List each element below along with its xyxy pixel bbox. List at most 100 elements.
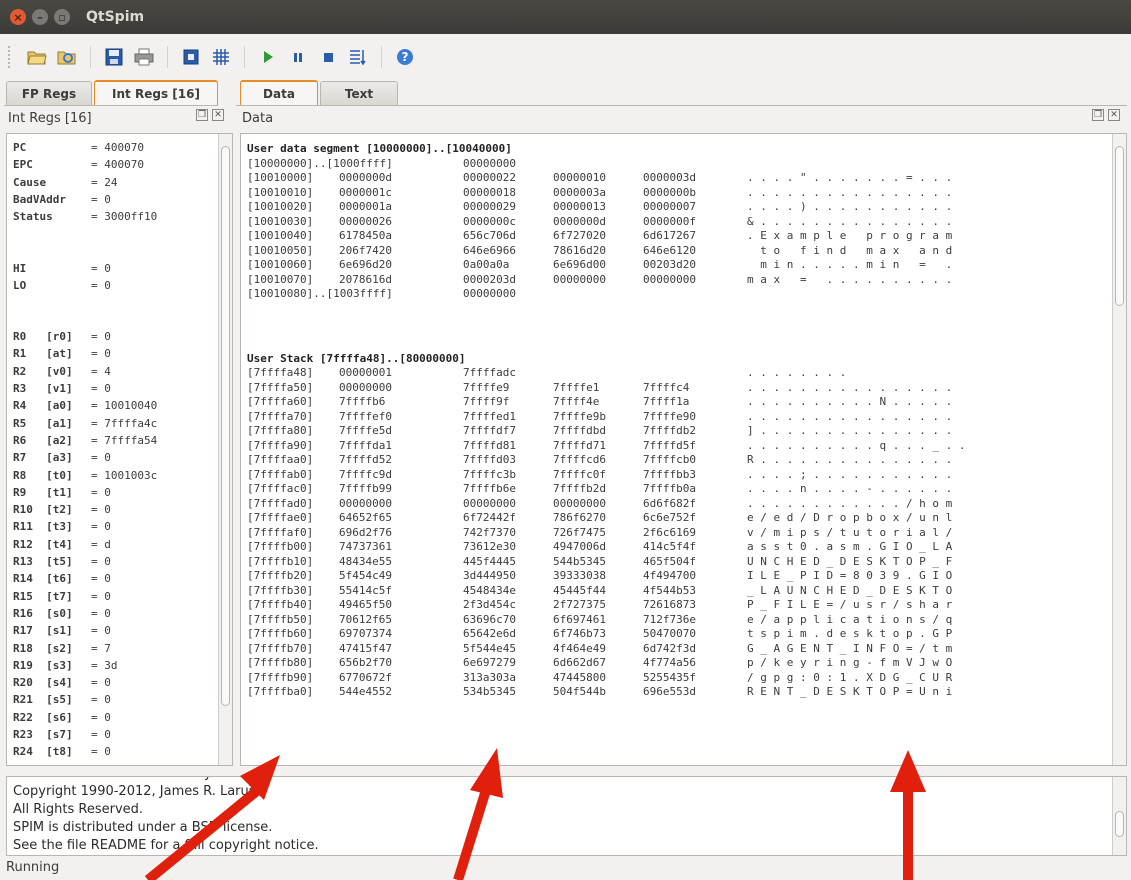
memory-row: [7ffffb90] 6770672f 313a303a 47445800 525543… <box>247 671 1107 684</box>
register-value: = 1001003c <box>91 468 158 482</box>
console-scrollbar[interactable] <box>1112 777 1126 855</box>
memory-word: 414c5f4f <box>643 540 696 553</box>
toolbar-grip[interactable] <box>8 46 14 68</box>
memory-word: 656c706d <box>463 229 516 242</box>
memory-word: 00000000 <box>339 380 392 394</box>
help-icon[interactable]: ? <box>392 44 418 70</box>
memory-word: 465f504f <box>643 554 696 568</box>
register-value: = 3d <box>91 658 118 672</box>
memory-word: 0000000f <box>643 214 696 228</box>
console-panel[interactable]: SPIM Version 9.1.6 of February 2012Copyr… <box>6 776 1127 856</box>
memory-word: 2f3d454c <box>463 598 516 611</box>
memory-word: 544e4552 <box>339 685 392 698</box>
memory-ascii: p / k e y r i n g - f m V J w O <box>747 656 953 669</box>
memory-word: 6d742f3d <box>643 641 696 655</box>
memory-address: [7ffffb10] <box>247 554 314 568</box>
register-name: R2 [v0] <box>13 364 73 378</box>
tab-data[interactable]: Data <box>240 80 318 105</box>
memory-word: 544b5345 <box>553 554 606 568</box>
memory-row: [7ffffaf0] 696d2f76 742f7370 726f7475 2f6c61… <box>247 526 1107 539</box>
memory-row: [10010050] 206f7420 646e6966 78616d20 646e61… <box>247 244 1107 257</box>
open-icon[interactable] <box>24 44 50 70</box>
memory-word: 00000000 <box>643 272 696 286</box>
memory-word: 00000026 <box>339 214 392 228</box>
close-dock-icon[interactable]: ✕ <box>1108 109 1120 121</box>
int-registers-panel[interactable]: PC = 400070 EPC = 400070 Cause = 24 BadVAddr = … <box>6 133 233 766</box>
memory-ascii: t o f i n d m a x a n d <box>747 243 953 257</box>
register-name: R14 [t6] <box>13 572 73 586</box>
console-scroll-thumb[interactable] <box>1115 811 1124 837</box>
minimize-window-button[interactable]: – <box>32 9 48 25</box>
pause-icon[interactable] <box>285 44 311 70</box>
memory-row: [10000000]..[1000ffff] 00000000 <box>247 157 1107 170</box>
memory-word: 6d662d67 <box>553 656 606 669</box>
registers-scroll-thumb[interactable] <box>221 146 230 706</box>
memory-word: 5f454c49 <box>339 569 392 582</box>
memory-ascii: a s s t 0 . a s m . G I O _ L A <box>747 540 953 553</box>
register-value: = 0 <box>91 261 111 275</box>
tab-int-regs[interactable]: Int Regs [16] <box>94 80 218 105</box>
memory-ascii: . . . . . . . . . . . . . . . . <box>747 380 953 394</box>
data-scroll-thumb[interactable] <box>1115 146 1124 306</box>
clear-registers-icon[interactable] <box>178 44 204 70</box>
register-name: R21 [s5] <box>13 693 73 707</box>
close-dock-icon[interactable]: ✕ <box>212 109 224 121</box>
memory-row: [7ffffb50] 70612f65 63696c70 6f697461 712f73… <box>247 613 1107 626</box>
memory-word: 00000000 <box>339 496 392 510</box>
float-dock-icon[interactable]: ❐ <box>196 109 208 121</box>
grid-icon[interactable] <box>208 44 234 70</box>
memory-word: 00000001 <box>339 366 392 379</box>
memory-address: [7ffffb40] <box>247 598 314 611</box>
register-name: R5 [a1] <box>13 416 73 430</box>
register-value: = 0 <box>91 347 111 361</box>
register-name: R13 [t5] <box>13 555 73 568</box>
tab-text[interactable]: Text <box>320 81 398 105</box>
run-icon[interactable] <box>255 44 281 70</box>
reload-icon[interactable] <box>54 44 80 70</box>
data-dock-buttons: ❐ ✕ <box>1092 109 1120 121</box>
stop-icon[interactable] <box>315 44 341 70</box>
memory-word: 7ffffb6e <box>463 482 516 495</box>
memory-word: 0000000d <box>339 171 392 184</box>
memory-word: 7ffffc4 <box>643 380 690 394</box>
print-icon[interactable] <box>131 44 157 70</box>
float-dock-icon[interactable]: ❐ <box>1092 109 1104 121</box>
data-segment-panel[interactable]: User data segment [10000000]..[10040000]… <box>240 133 1127 766</box>
register-value: = 7 <box>91 641 111 655</box>
memory-word: 0000001a <box>339 200 392 213</box>
memory-word: 696d2f76 <box>339 525 392 539</box>
data-scrollbar[interactable] <box>1112 134 1126 765</box>
register-row: R19 [s3] = 3d <box>13 659 118 676</box>
memory-address: [7ffffb60] <box>247 627 314 640</box>
data-dock-title: Data <box>242 110 274 126</box>
memory-word: 7ffffdf7 <box>463 424 516 437</box>
registers-scrollbar[interactable] <box>218 134 232 765</box>
memory-word: 00000000 <box>463 287 516 300</box>
close-window-button[interactable]: × <box>10 9 26 25</box>
memory-ascii: . . . . ) . . . . . . . . . . . <box>747 200 953 213</box>
memory-address: [7ffffa90] <box>247 438 314 452</box>
memory-word: 742f7370 <box>463 525 516 539</box>
memory-word: 55414c5f <box>339 583 392 597</box>
memory-ascii: I L E _ P I D = 8 0 3 9 . G I O <box>747 569 953 582</box>
tab-fp-regs[interactable]: FP Regs <box>6 81 92 105</box>
maximize-window-button[interactable]: ▫ <box>54 9 70 25</box>
memory-row: [10010010] 0000001c 00000018 0000003a 000000… <box>247 186 1107 199</box>
register-value: = 0 <box>91 192 111 206</box>
memory-address: [10010000] <box>247 171 314 184</box>
memory-row: [7ffffb80] 656b2f70 6e697279 6d662d67 4f774a… <box>247 656 1107 669</box>
save-icon[interactable] <box>101 44 127 70</box>
memory-word: 656b2f70 <box>339 656 392 669</box>
register-value: = 0 <box>91 330 111 344</box>
memory-row: [7ffffac0] 7ffffb99 7ffffb6e 7ffffb2d 7ffffb… <box>247 482 1107 495</box>
register-row: R23 [s7] = 0 <box>13 728 111 745</box>
register-name: R25 [t9] <box>13 763 73 765</box>
single-step-icon[interactable] <box>345 44 371 70</box>
register-row: Status = 3000ff10 <box>13 210 157 227</box>
memory-row: [10010020] 0000001a 00000029 00000013 000000… <box>247 200 1107 213</box>
register-row: R22 [s6] = 0 <box>13 711 111 728</box>
register-name: R20 [s4] <box>13 676 73 690</box>
register-value: = 7ffffa4c <box>91 416 158 430</box>
memory-address: [7ffffb30] <box>247 583 314 597</box>
register-value: = 24 <box>91 175 118 189</box>
